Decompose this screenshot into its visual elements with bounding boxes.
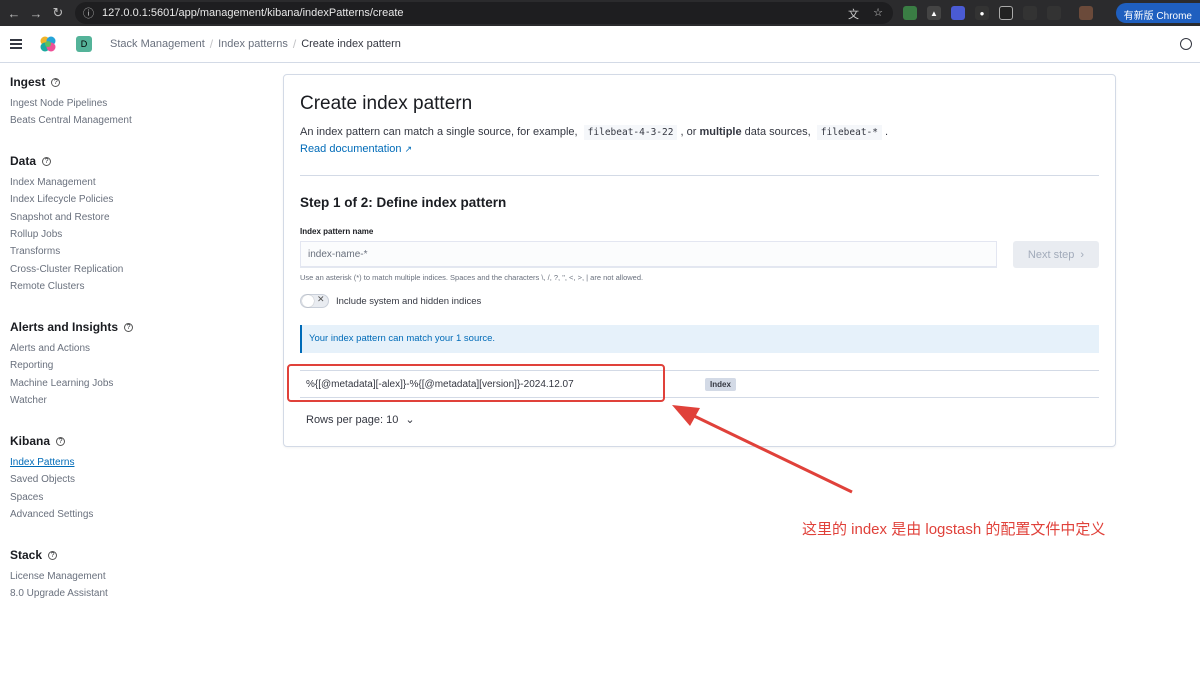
annotation-note: 这里的 index 是由 logstash 的配置文件中定义 (802, 521, 1106, 538)
breadcrumb: Stack Management / Index patterns / Crea… (110, 37, 401, 51)
sidebar-item-beats-central-management[interactable]: Beats Central Management (10, 115, 132, 126)
sidebar-item-alerts-and-actions[interactable]: Alerts and Actions (10, 343, 90, 354)
include-hidden-indices-toggle[interactable]: ✕ (300, 294, 329, 308)
page-title: Create index pattern (300, 93, 473, 114)
extension-icon[interactable] (951, 6, 965, 20)
help-icon[interactable]: ? (56, 436, 66, 446)
extension-icon[interactable] (999, 6, 1013, 20)
puzzle-extensions-icon[interactable] (1047, 6, 1061, 20)
sidebar-group-alerts-and-insights: Alerts and Insights? (10, 320, 134, 334)
management-sidebar: Ingest? Ingest Node Pipelines Beats Cent… (0, 63, 270, 683)
sidebar-item-machine-learning-jobs[interactable]: Machine Learning Jobs (10, 378, 113, 389)
sidebar-item-cross-cluster-replication[interactable]: Cross-Cluster Replication (10, 264, 123, 275)
external-link-icon: ↗ (404, 144, 413, 154)
index-pattern-name-input[interactable] (300, 241, 997, 268)
help-icon[interactable]: ? (48, 550, 58, 560)
chevron-down-icon: ⌄ (405, 414, 415, 426)
match-callout: Your index pattern can match your 1 sour… (300, 325, 1099, 353)
update-chrome-badge[interactable]: 有新版 Chrome (1115, 3, 1200, 23)
sidebar-item-rollup-jobs[interactable]: Rollup Jobs (10, 229, 62, 240)
url-text: 127.0.0.1:5601/app/management/kibana/ind… (102, 7, 404, 19)
help-icon[interactable]: ? (42, 156, 52, 166)
breadcrumb-stack-management[interactable]: Stack Management (110, 38, 205, 50)
sidebar-group-ingest: Ingest? (10, 75, 61, 89)
sidebar-item-index-patterns[interactable]: Index Patterns (10, 457, 74, 468)
divider (300, 175, 1099, 176)
profile-avatar[interactable] (1079, 6, 1093, 20)
step-title: Step 1 of 2: Define index pattern (300, 195, 507, 210)
sidebar-item-spaces[interactable]: Spaces (10, 492, 43, 503)
translate-icon[interactable]: 文 (848, 6, 859, 22)
extension-icon[interactable] (903, 6, 917, 20)
sidebar-item-license-management[interactable]: License Management (10, 571, 106, 582)
sidebar-group-stack: Stack? (10, 548, 58, 562)
include-hidden-indices-label: Include system and hidden indices (336, 296, 482, 307)
help-icon[interactable]: ? (124, 322, 134, 332)
index-pattern-name-label: Index pattern name (300, 227, 374, 236)
browser-toolbar: ← → ↻ ⓘ 127.0.0.1:5601/app/management/ki… (0, 0, 1200, 26)
menu-icon[interactable] (10, 37, 22, 51)
breadcrumb-create-index-pattern: Create index pattern (301, 38, 401, 50)
example-code-single: filebeat-4-3-22 (583, 125, 678, 140)
address-bar[interactable]: ⓘ 127.0.0.1:5601/app/management/kibana/i… (75, 2, 893, 24)
help-icon[interactable]: ? (51, 77, 61, 87)
extension-icon[interactable] (1023, 6, 1037, 20)
elastic-logo-icon[interactable] (39, 35, 57, 53)
sidebar-item-watcher[interactable]: Watcher (10, 395, 47, 406)
forward-icon[interactable]: → (25, 6, 47, 21)
sidebar-item-index-management[interactable]: Index Management (10, 177, 96, 188)
read-documentation-link[interactable]: Read documentation ↗ (300, 143, 412, 155)
page-description: An index pattern can match a single sour… (300, 125, 889, 140)
index-badge: Index (705, 378, 736, 391)
back-icon[interactable]: ← (3, 6, 25, 21)
breadcrumb-index-patterns[interactable]: Index patterns (218, 38, 288, 50)
reload-icon[interactable]: ↻ (47, 5, 69, 21)
annotation-highlight-box (287, 364, 665, 402)
space-avatar[interactable]: D (76, 36, 92, 52)
site-info-icon[interactable]: ⓘ (83, 5, 94, 21)
help-icon[interactable] (1180, 38, 1192, 50)
bookmark-star-icon[interactable]: ☆ (873, 6, 883, 19)
sidebar-item-transforms[interactable]: Transforms (10, 246, 60, 257)
sidebar-item-upgrade-assistant[interactable]: 8.0 Upgrade Assistant (10, 588, 108, 599)
sidebar-group-kibana: Kibana? (10, 434, 66, 448)
rows-per-page-button[interactable]: Rows per page: 10 ⌄ (306, 413, 415, 426)
sidebar-item-snapshot-and-restore[interactable]: Snapshot and Restore (10, 212, 110, 223)
next-step-button[interactable]: Next step › (1013, 241, 1099, 268)
extension-icon[interactable]: ● (975, 6, 989, 20)
sidebar-item-reporting[interactable]: Reporting (10, 360, 53, 371)
sidebar-item-index-lifecycle-policies[interactable]: Index Lifecycle Policies (10, 194, 113, 205)
kibana-header: D Stack Management / Index patterns / Cr… (0, 26, 1200, 63)
sidebar-group-data: Data? (10, 154, 52, 168)
sidebar-item-remote-clusters[interactable]: Remote Clusters (10, 281, 84, 292)
example-code-multiple: filebeat-* (816, 125, 882, 140)
extension-icon[interactable]: ▲ (927, 6, 941, 20)
close-icon: ✕ (317, 294, 325, 304)
field-helper-text: Use an asterisk (*) to match multiple in… (300, 273, 644, 282)
sidebar-item-saved-objects[interactable]: Saved Objects (10, 474, 75, 485)
sidebar-item-advanced-settings[interactable]: Advanced Settings (10, 509, 93, 520)
chevron-right-icon: › (1080, 248, 1085, 261)
sidebar-item-ingest-node-pipelines[interactable]: Ingest Node Pipelines (10, 98, 107, 109)
